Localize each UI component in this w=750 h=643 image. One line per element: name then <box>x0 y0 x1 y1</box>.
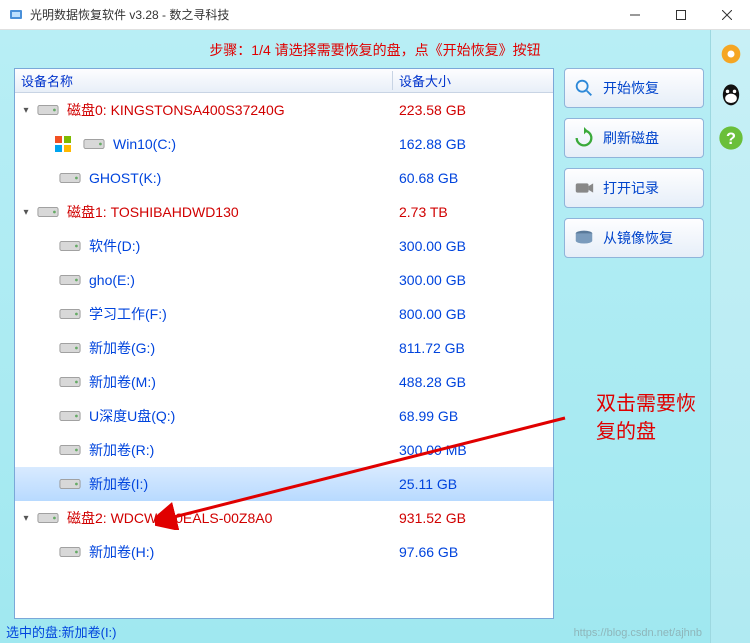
volume-row[interactable]: Win10(C:) 162.88 GB <box>15 127 553 161</box>
refresh-icon <box>573 127 595 149</box>
help-icon[interactable]: ? <box>717 124 745 152</box>
drive-icon <box>59 340 81 356</box>
tree-body[interactable]: ▾ 磁盘0: KINGSTONSA400S37240G 223.58 GB Win10… <box>15 93 553 618</box>
volume-row[interactable]: GHOST(K:) 60.68 GB <box>15 161 553 195</box>
row-size: 800.00 GB <box>393 306 553 322</box>
drive-icon <box>59 272 81 288</box>
side-toolbar: ? <box>710 30 750 643</box>
row-size: 300.00 MB <box>393 442 553 458</box>
camera-icon <box>573 177 595 199</box>
row-size: 68.99 GB <box>393 408 553 424</box>
row-size: 60.68 GB <box>393 170 553 186</box>
step-hint: 步骤：1/4 请选择需要恢复的盘，点《开始恢复》按钮 <box>0 30 750 68</box>
row-label: 学习工作(F:) <box>89 304 167 324</box>
qq-icon[interactable] <box>717 82 745 110</box>
disk-row[interactable]: ▾ 磁盘2: WDCWD10EALS-00Z8A0 931.52 GB <box>15 501 553 535</box>
windows-icon <box>55 136 71 152</box>
row-size: 162.88 GB <box>393 136 553 152</box>
row-size: 300.00 GB <box>393 272 553 288</box>
row-label: 新加卷(H:) <box>89 542 154 562</box>
window-title: 光明数据恢复软件 v3.28 - 数之寻科技 <box>30 6 612 23</box>
row-size: 223.58 GB <box>393 102 553 118</box>
maximize-button[interactable] <box>658 0 704 30</box>
row-label: 新加卷(I:) <box>89 474 148 494</box>
drive-icon <box>59 408 81 424</box>
volume-row[interactable]: gho(E:) 300.00 GB <box>15 263 553 297</box>
volume-row[interactable]: 新加卷(H:) 97.66 GB <box>15 535 553 569</box>
disk-row[interactable]: ▾ 磁盘0: KINGSTONSA400S37240G 223.58 GB <box>15 93 553 127</box>
row-size: 931.52 GB <box>393 510 553 526</box>
row-label: 磁盘2: WDCWD10EALS-00Z8A0 <box>67 508 272 528</box>
close-button[interactable] <box>704 0 750 30</box>
refresh-label: 刷新磁盘 <box>603 128 659 148</box>
drive-icon <box>37 102 59 118</box>
start-recovery-button[interactable]: 开始恢复 <box>564 68 704 108</box>
disk-image-icon <box>573 227 595 249</box>
drive-icon <box>59 374 81 390</box>
volume-row[interactable]: 新加卷(R:) 300.00 MB <box>15 433 553 467</box>
watermark: https://blog.csdn.net/ajhnb <box>574 627 702 639</box>
row-size: 488.28 GB <box>393 374 553 390</box>
row-size: 97.66 GB <box>393 544 553 560</box>
drive-icon <box>59 544 81 560</box>
start-recovery-label: 开始恢复 <box>603 78 659 98</box>
status-bar: 选中的盘:新加卷(I:) <box>6 622 117 641</box>
disk-row[interactable]: ▾ 磁盘1: TOSHIBAHDWD130 2.73 TB <box>15 195 553 229</box>
row-label: 新加卷(G:) <box>89 338 155 358</box>
drive-icon <box>59 170 81 186</box>
row-label: 磁盘1: TOSHIBAHDWD130 <box>67 202 239 222</box>
from-image-label: 从镜像恢复 <box>603 228 673 248</box>
volume-row[interactable]: 新加卷(I:) 25.11 GB <box>15 467 553 501</box>
drive-icon <box>59 306 81 322</box>
device-tree-panel: 设备名称 设备大小 ▾ 磁盘0: KINGSTONSA400S37240G 223.… <box>14 68 554 619</box>
expander-icon[interactable]: ▾ <box>19 513 33 524</box>
app-icon <box>8 7 24 23</box>
minimize-button[interactable] <box>612 0 658 30</box>
row-label: 磁盘0: KINGSTONSA400S37240G <box>67 100 285 120</box>
open-log-button[interactable]: 打开记录 <box>564 168 704 208</box>
volume-row[interactable]: 软件(D:) 300.00 GB <box>15 229 553 263</box>
row-size: 811.72 GB <box>393 340 553 356</box>
gear-icon[interactable] <box>717 40 745 68</box>
expander-icon[interactable]: ▾ <box>19 207 33 218</box>
row-label: 新加卷(R:) <box>89 440 154 460</box>
drive-icon <box>59 442 81 458</box>
drive-icon <box>59 476 81 492</box>
row-size: 2.73 TB <box>393 204 553 220</box>
row-size: 25.11 GB <box>393 476 553 492</box>
row-label: GHOST(K:) <box>89 170 161 186</box>
from-image-button[interactable]: 从镜像恢复 <box>564 218 704 258</box>
row-label: 新加卷(M:) <box>89 372 156 392</box>
drive-icon <box>37 510 59 526</box>
volume-row[interactable]: 新加卷(M:) 488.28 GB <box>15 365 553 399</box>
drive-icon <box>37 204 59 220</box>
row-label: 软件(D:) <box>89 236 140 256</box>
drive-icon <box>59 238 81 254</box>
row-label: gho(E:) <box>89 272 135 288</box>
row-size: 300.00 GB <box>393 238 553 254</box>
volume-row[interactable]: 学习工作(F:) 800.00 GB <box>15 297 553 331</box>
open-log-label: 打开记录 <box>603 178 659 198</box>
expander-icon[interactable]: ▾ <box>19 105 33 116</box>
volume-row[interactable]: 新加卷(G:) 811.72 GB <box>15 331 553 365</box>
svg-text:?: ? <box>726 130 736 148</box>
column-header-size[interactable]: 设备大小 <box>393 71 553 90</box>
refresh-button[interactable]: 刷新磁盘 <box>564 118 704 158</box>
row-label: Win10(C:) <box>113 136 176 152</box>
table-header: 设备名称 设备大小 <box>15 69 553 93</box>
volume-row[interactable]: U深度U盘(Q:) 68.99 GB <box>15 399 553 433</box>
row-label: U深度U盘(Q:) <box>89 406 175 426</box>
drive-icon <box>83 136 105 152</box>
column-header-name[interactable]: 设备名称 <box>15 71 393 90</box>
search-icon <box>573 77 595 99</box>
